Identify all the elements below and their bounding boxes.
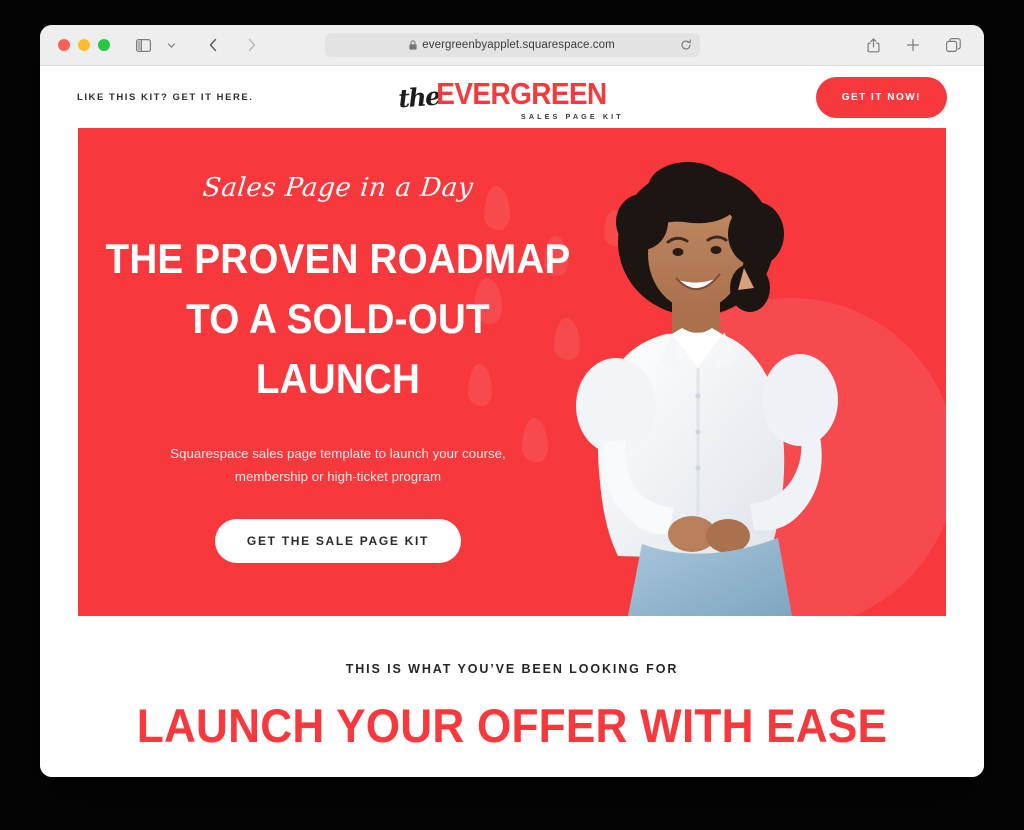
hero-headline-line-1: THE PROVEN ROADMAP <box>105 235 571 283</box>
hero-portrait-image <box>576 162 838 616</box>
screenshot-stage: evergreenbyapplet.squarespace.com LIKE T… <box>0 0 1024 830</box>
webpage-viewport: LIKE THIS KIT? GET IT HERE. the EVERGREE… <box>40 66 984 777</box>
hero-subheading: Squarespace sales page template to launc… <box>170 442 506 488</box>
get-the-sale-page-kit-button[interactable]: GET THE SALE PAGE KIT <box>214 518 462 563</box>
hero-subheading-line-1: Squarespace sales page template to launc… <box>170 446 506 462</box>
browser-toolbar: evergreenbyapplet.squarespace.com <box>40 25 984 66</box>
hero-headline-line-2: TO A SOLD-OUT LAUNCH <box>186 295 490 402</box>
site-logo[interactable]: the EVERGREEN SALES PAGE KIT <box>397 76 625 121</box>
address-bar-container: evergreenbyapplet.squarespace.com <box>40 33 984 57</box>
hero-script-text: Sales Page in a Day <box>201 173 475 204</box>
below-hero-section: THIS IS WHAT YOU’VE BEEN LOOKING FOR LAU… <box>40 616 984 753</box>
logo-script-the: the <box>397 81 441 114</box>
logo-subtitle: SALES PAGE KIT <box>520 112 624 121</box>
hero-headline: THE PROVEN ROADMAP TO A SOLD-OUT LAUNCH <box>99 229 577 408</box>
site-header: LIKE THIS KIT? GET IT HERE. the EVERGREE… <box>40 66 984 128</box>
hero-copy: Sales Page in a Day THE PROVEN ROADMAP T… <box>78 128 598 616</box>
section-heading: LAUNCH YOUR OFFER WITH EASE <box>136 699 888 752</box>
logo-wordmark: the EVERGREEN <box>397 76 625 114</box>
kit-link[interactable]: LIKE THIS KIT? GET IT HERE. <box>77 92 253 103</box>
lock-icon <box>409 40 417 50</box>
hero-section: Sales Page in a Day THE PROVEN ROADMAP T… <box>78 128 946 616</box>
address-bar[interactable]: evergreenbyapplet.squarespace.com <box>324 33 700 57</box>
url-text: evergreenbyapplet.squarespace.com <box>422 39 615 51</box>
browser-window: evergreenbyapplet.squarespace.com LIKE T… <box>40 25 984 777</box>
get-it-now-button[interactable]: GET IT NOW! <box>815 76 947 118</box>
reload-icon[interactable] <box>680 39 692 51</box>
section-eyebrow: THIS IS WHAT YOU’VE BEEN LOOKING FOR <box>345 662 679 676</box>
logo-main-text: EVERGREEN <box>436 76 607 111</box>
hero-subheading-line-2: membership or high-ticket program <box>234 469 442 485</box>
